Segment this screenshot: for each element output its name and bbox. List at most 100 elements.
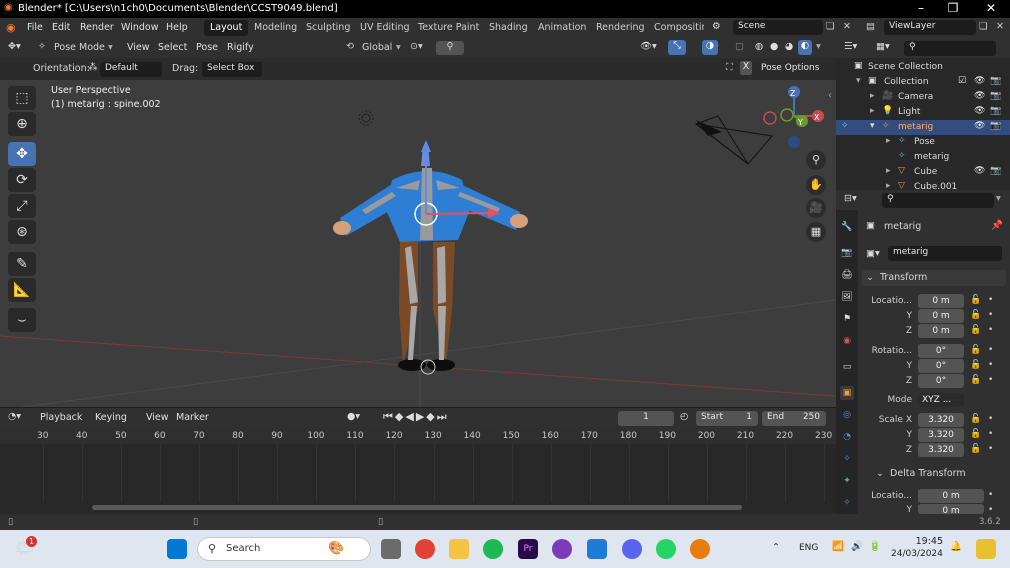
checkbox-icon[interactable]: ☑ <box>958 76 966 86</box>
armature-data-tab-icon[interactable]: ✦ <box>840 474 854 488</box>
x-mirror-button[interactable]: X <box>740 61 752 75</box>
outliner-row-light[interactable]: ▸ 💡 Light 👁 📷 <box>836 105 1010 120</box>
vscode-icon[interactable] <box>587 539 607 559</box>
snap-icon[interactable]: ⚲ <box>436 41 464 55</box>
delete-scene-icon[interactable]: ✕ <box>843 21 851 32</box>
eye-icon[interactable]: 👁 <box>974 166 985 176</box>
rotation-mode-selector[interactable]: XYZ ... <box>918 393 964 407</box>
expand-icon[interactable]: ▸ <box>870 106 875 116</box>
keyframe-dot-icon[interactable]: • <box>988 490 993 500</box>
keyframe-dot-icon[interactable]: • <box>988 429 993 439</box>
delta-location-x-field[interactable]: 0 m <box>918 489 984 503</box>
properties-editor-icon[interactable]: ⊟▾ <box>844 193 857 204</box>
camera-render-icon[interactable]: 📷 <box>990 91 1001 101</box>
whatsapp-icon[interactable] <box>656 539 676 559</box>
scale-z-field[interactable]: 3.320 <box>918 443 964 457</box>
wireframe-shading-icon[interactable]: ◍ <box>755 41 763 52</box>
maximize-icon[interactable]: ❐ <box>938 1 968 15</box>
start-frame-field[interactable]: Start 1 <box>696 411 758 426</box>
menu-help[interactable]: Help <box>166 22 188 33</box>
tab-animation[interactable]: Animation <box>532 20 592 36</box>
frame-ruler[interactable]: 30 40 50 60 70 80 90 100 110 120 130 140 150 160 170 18… <box>0 428 836 444</box>
pin-icon[interactable]: 📌 <box>991 220 1003 231</box>
display-mode-icon[interactable]: ▦▾ <box>876 41 890 52</box>
lock-icon[interactable]: 🔓 <box>970 414 981 424</box>
location-z-field[interactable]: 0 m <box>918 324 964 338</box>
keyframe-dot-icon[interactable]: • <box>988 310 993 320</box>
menu-edit[interactable]: Edit <box>52 22 70 33</box>
mode-selector[interactable]: Pose Mode <box>54 42 105 53</box>
camera-render-icon[interactable]: 📷 <box>990 106 1001 116</box>
location-x-field[interactable]: 0 m <box>918 294 964 308</box>
tab-texture-paint[interactable]: Texture Paint <box>412 20 485 36</box>
keyframe-dot-icon[interactable]: • <box>988 360 993 370</box>
blender-taskbar-icon[interactable] <box>690 539 710 559</box>
material-shading-icon[interactable]: ◕ <box>785 41 793 52</box>
outliner-row-metarig[interactable]: ✧ ▾ ✧ metarig 👁 📷 <box>836 120 1010 135</box>
menu-render[interactable]: Render <box>80 22 114 33</box>
rotation-x-field[interactable]: 0° <box>918 344 964 358</box>
battery-icon[interactable]: 🔋 <box>869 541 881 552</box>
language-indicator[interactable]: ENG <box>799 543 818 553</box>
expand-icon[interactable]: ▾ <box>870 121 875 131</box>
menu-window[interactable]: Window <box>121 22 158 33</box>
orientation-selector[interactable]: Default <box>100 62 162 77</box>
ortho-grid-icon[interactable]: ▦ <box>806 222 826 242</box>
outliner-panel[interactable]: ☰▾ ▦▾ ⚲ ▣ Scene Collection ▾ ▣ Collectio… <box>836 38 1010 190</box>
lock-icon[interactable]: 🔓 <box>970 444 981 454</box>
keyframe-dot-icon[interactable]: • <box>988 345 993 355</box>
keyframe-dot-icon[interactable]: • <box>988 505 993 515</box>
move-tool[interactable]: ✥ <box>8 142 36 166</box>
outliner-editor-icon[interactable]: ☰▾ <box>844 41 857 52</box>
outliner-row-camera[interactable]: ▸ 🎥 Camera 👁 📷 <box>836 90 1010 105</box>
lock-icon[interactable]: 🔓 <box>970 360 981 370</box>
keyframe-dot-icon[interactable]: • <box>988 375 993 385</box>
timeline-editor-icon[interactable]: ◔▾ <box>8 411 21 422</box>
tab-uv-editing[interactable]: UV Editing <box>354 20 416 36</box>
viewlayer-selector[interactable]: ViewLayer <box>884 20 976 35</box>
scene-tab-icon[interactable]: ⚑ <box>840 312 854 326</box>
properties-panel[interactable]: ⊟▾ ⚲ ▾ ▣ metarig 📌 ▣▾ metarig ⌄ Transfor… <box>836 190 1010 515</box>
3d-viewport[interactable]: Z X Y User Perspective (1) metarig : spi… <box>0 80 836 407</box>
relax-pose-tool[interactable]: ⌣ <box>8 308 36 332</box>
delta-location-y-field[interactable]: 0 m <box>918 504 984 514</box>
solid-shading-icon[interactable]: ● <box>770 41 778 52</box>
new-scene-icon[interactable]: ❏ <box>826 21 835 32</box>
camera-render-icon[interactable]: 📷 <box>990 166 1001 176</box>
constraint-tab-icon[interactable]: ✧ <box>840 452 854 466</box>
rotate-tool[interactable]: ⟳ <box>8 168 36 192</box>
tab-compositing[interactable]: Compositin <box>648 20 704 36</box>
expand-icon[interactable]: ▾ <box>856 76 861 86</box>
menu-keying[interactable]: Keying <box>95 412 127 423</box>
physics-tab-icon[interactable]: ◔ <box>840 430 854 444</box>
outliner-search-input[interactable]: ⚲ <box>904 41 996 56</box>
task-view-icon[interactable] <box>381 539 401 559</box>
lock-icon[interactable]: 🔓 <box>970 429 981 439</box>
eye-icon[interactable]: 👁 <box>974 121 985 131</box>
outliner-row-metarig-data[interactable]: ✧ metarig <box>836 150 1010 165</box>
new-viewlayer-icon[interactable]: ❏ <box>979 21 988 32</box>
discord-icon[interactable] <box>622 539 642 559</box>
wifi-icon[interactable]: 📶 <box>832 541 844 552</box>
tab-rendering[interactable]: Rendering <box>590 20 651 36</box>
eye-icon[interactable]: 👁 <box>974 106 985 116</box>
menu-timeline-view[interactable]: View <box>146 412 169 423</box>
tab-shading[interactable]: Shading <box>483 20 534 36</box>
measure-tool[interactable]: 📐 <box>8 278 36 302</box>
chevron-up-icon[interactable]: ⌃ <box>772 542 780 553</box>
lock-icon[interactable]: 🔓 <box>970 325 981 335</box>
bone-tab-icon[interactable]: ✧ <box>840 496 854 510</box>
menu-file[interactable]: File <box>27 22 43 33</box>
premiere-pro-icon[interactable]: Pr <box>518 539 538 559</box>
overlay-toggle-icon[interactable]: ◑ <box>702 40 718 55</box>
close-icon[interactable]: ✕ <box>976 1 1006 15</box>
scale-x-field[interactable]: 3.320 <box>918 413 964 427</box>
lock-icon[interactable]: 🔓 <box>970 375 981 385</box>
timeline-area[interactable]: 30 40 50 60 70 80 90 100 110 120 130 140 150 160 170 18… <box>0 428 836 514</box>
copilot-icon[interactable] <box>976 539 996 559</box>
object-name-field[interactable]: metarig <box>888 246 1002 261</box>
current-frame-field[interactable]: 1 <box>618 411 674 426</box>
tool-tab-icon[interactable]: 🔧 <box>840 220 854 234</box>
blender-menu-icon[interactable]: ◉ <box>6 21 16 34</box>
clock-time[interactable]: 19:45 <box>895 536 943 547</box>
